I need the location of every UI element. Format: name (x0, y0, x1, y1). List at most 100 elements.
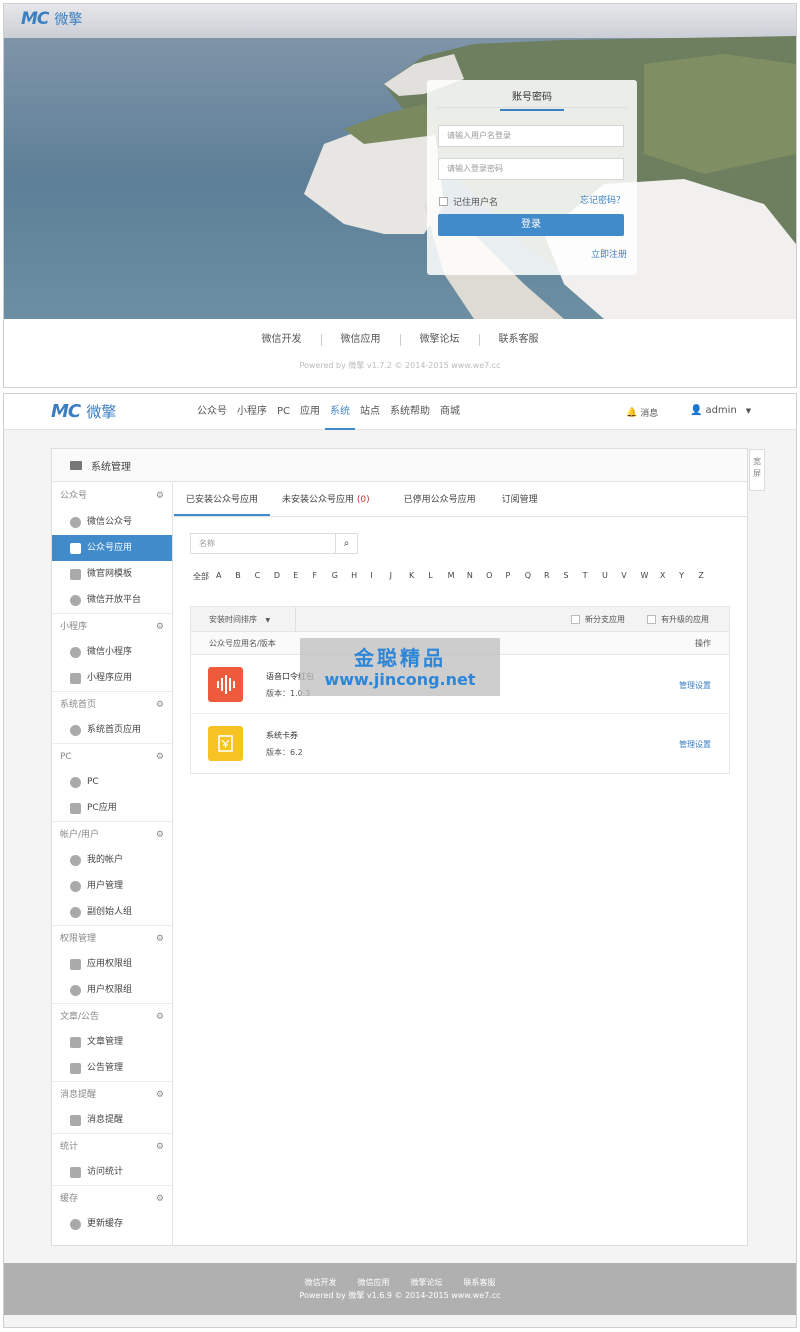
letter-filter[interactable]: Y (679, 571, 698, 582)
gear-icon[interactable]: ⚙ (156, 483, 164, 509)
gear-icon[interactable]: ⚙ (156, 614, 164, 640)
letter-filter[interactable]: X (660, 571, 679, 582)
user-menu[interactable]: 👤 admin ▼ (690, 405, 751, 416)
admin-copyright: Powered by 微擎 v1.6.9 © 2014-2015 www.we7… (299, 1291, 501, 1300)
gear-icon[interactable]: ⚙ (156, 926, 164, 952)
gear-icon[interactable]: ⚙ (156, 1186, 164, 1212)
footer-link[interactable]: 微信应用 (358, 1277, 390, 1288)
users-icon (70, 880, 81, 892)
tab-subscription[interactable]: 订阅管理 (488, 483, 550, 516)
letter-filter[interactable]: W (641, 571, 660, 582)
letter-filter[interactable]: Z (698, 571, 717, 582)
wide-screen-toggle[interactable]: 宽屏 (749, 449, 765, 491)
letter-filter[interactable]: T (583, 571, 602, 582)
filter-upgradable[interactable]: 有升级的应用 (647, 607, 709, 632)
tab-installed[interactable]: 已安装公众号应用 (174, 483, 271, 516)
letter-filter[interactable]: P (505, 571, 524, 582)
letter-filter[interactable]: G (332, 571, 351, 582)
letter-filter[interactable]: R (544, 571, 563, 582)
gear-icon[interactable]: ⚙ (156, 744, 164, 770)
manage-settings-link[interactable]: 管理设置 (679, 680, 711, 691)
letter-filter[interactable]: 全部 (193, 571, 216, 582)
messages-link[interactable]: 🔔 消息 (626, 406, 658, 420)
sidebar-item[interactable]: PC应用 (52, 795, 172, 821)
nav-help[interactable]: 系统帮助 (385, 394, 435, 430)
letter-filter[interactable]: I (370, 571, 389, 582)
letter-filter[interactable]: D (274, 571, 293, 582)
username-input[interactable]: 请输入用户名登录 (438, 125, 624, 147)
sidebar-item[interactable]: 微信开放平台 (52, 587, 172, 613)
footer-link[interactable]: 微信应用 (322, 334, 401, 346)
gear-icon[interactable]: ⚙ (156, 822, 164, 848)
sidebar-item[interactable]: 微官网模板 (52, 561, 172, 587)
letter-filter[interactable]: S (563, 571, 582, 582)
sidebar-item[interactable]: 访问统计 (52, 1159, 172, 1185)
sidebar-item[interactable]: 副创始人组 (52, 899, 172, 925)
footer-link[interactable]: 微擎论坛 (401, 334, 480, 346)
sort-dropdown[interactable]: 安装时间排序 ▼ (209, 607, 270, 633)
letter-filter[interactable]: Q (525, 571, 544, 582)
gear-icon[interactable]: ⚙ (156, 1134, 164, 1160)
nav-site[interactable]: 站点 (355, 394, 385, 430)
sidebar-item[interactable]: 用户管理 (52, 873, 172, 899)
remember-checkbox[interactable] (439, 197, 448, 206)
letter-filter[interactable]: L (428, 571, 447, 582)
login-screenshot: MC 微擎 账号密码 请输入用户名登录 请输入登录密码 记住用户名 忘记密码？ … (3, 3, 797, 388)
footer-link[interactable]: 联系客服 (480, 334, 558, 346)
sidebar-item[interactable]: 我的帐户 (52, 847, 172, 873)
sidebar-item[interactable]: 微信公众号 (52, 509, 172, 535)
letter-filter[interactable]: H (351, 571, 370, 582)
sidebar-item[interactable]: 文章管理 (52, 1029, 172, 1055)
search-icon[interactable]: ⌕ (335, 534, 357, 553)
letter-filter[interactable]: V (621, 571, 640, 582)
letter-filter[interactable]: E (293, 571, 312, 582)
sidebar-item[interactable]: 系统首页应用 (52, 717, 172, 743)
footer-link[interactable]: 微擎论坛 (411, 1277, 443, 1288)
footer-link[interactable]: 联系客服 (464, 1277, 496, 1288)
nav-system[interactable]: 系统 (325, 394, 356, 430)
nav-pc[interactable]: PC (272, 394, 295, 430)
letter-filter[interactable]: B (235, 571, 254, 582)
sidebar-item[interactable]: 公众号应用 (52, 535, 172, 561)
letter-filter[interactable]: A (216, 571, 235, 582)
checkbox[interactable] (647, 615, 656, 624)
nav-official-account[interactable]: 公众号 (192, 394, 232, 430)
sidebar-item[interactable]: 小程序应用 (52, 665, 172, 691)
sidebar-group-label: 小程序 (60, 622, 88, 632)
letter-filter[interactable]: N (467, 571, 486, 582)
sidebar-item[interactable]: 消息提醒 (52, 1107, 172, 1133)
filter-new-branch[interactable]: 新分支应用 (571, 607, 625, 632)
password-input[interactable]: 请输入登录密码 (438, 158, 624, 180)
sidebar-item[interactable]: PC (52, 769, 172, 795)
remember-username[interactable]: 记住用户名 (439, 195, 498, 208)
search-input[interactable]: 名称 (191, 534, 335, 553)
tab-not-installed[interactable]: 未安装公众号应用 (0) (270, 483, 382, 516)
sidebar-item[interactable]: 公告管理 (52, 1055, 172, 1081)
nav-mini-program[interactable]: 小程序 (232, 394, 272, 430)
letter-filter[interactable]: J (390, 571, 409, 582)
letter-filter[interactable]: O (486, 571, 505, 582)
letter-filter[interactable]: K (409, 571, 428, 582)
checkbox[interactable] (571, 615, 580, 624)
gear-icon[interactable]: ⚙ (156, 1004, 164, 1030)
footer-link[interactable]: 微信开发 (305, 1277, 337, 1288)
forgot-password-link[interactable]: 忘记密码？ (580, 193, 625, 206)
sidebar-item[interactable]: 应用权限组 (52, 951, 172, 977)
login-button[interactable]: 登录 (438, 214, 624, 236)
gear-icon[interactable]: ⚙ (156, 692, 164, 718)
sidebar-item[interactable]: 微信小程序 (52, 639, 172, 665)
nav-store[interactable]: 商城 (435, 394, 465, 430)
nav-apps[interactable]: 应用 (295, 394, 325, 430)
footer-link[interactable]: 微信开发 (243, 334, 322, 346)
tab-disabled[interactable]: 已停用公众号应用 (382, 483, 488, 516)
letter-filter[interactable]: M (448, 571, 467, 582)
letter-filter[interactable]: U (602, 571, 621, 582)
gear-icon[interactable]: ⚙ (156, 1082, 164, 1108)
sidebar-item[interactable]: 更新缓存 (52, 1211, 172, 1237)
sidebar-item[interactable]: 用户权限组 (52, 977, 172, 1003)
letter-filter[interactable]: F (312, 571, 331, 582)
letter-filter[interactable]: C (255, 571, 274, 582)
manage-settings-link[interactable]: 管理设置 (679, 739, 711, 750)
admin-logo[interactable]: MC 微擎 (51, 401, 116, 422)
register-link[interactable]: 立即注册 (591, 247, 627, 260)
